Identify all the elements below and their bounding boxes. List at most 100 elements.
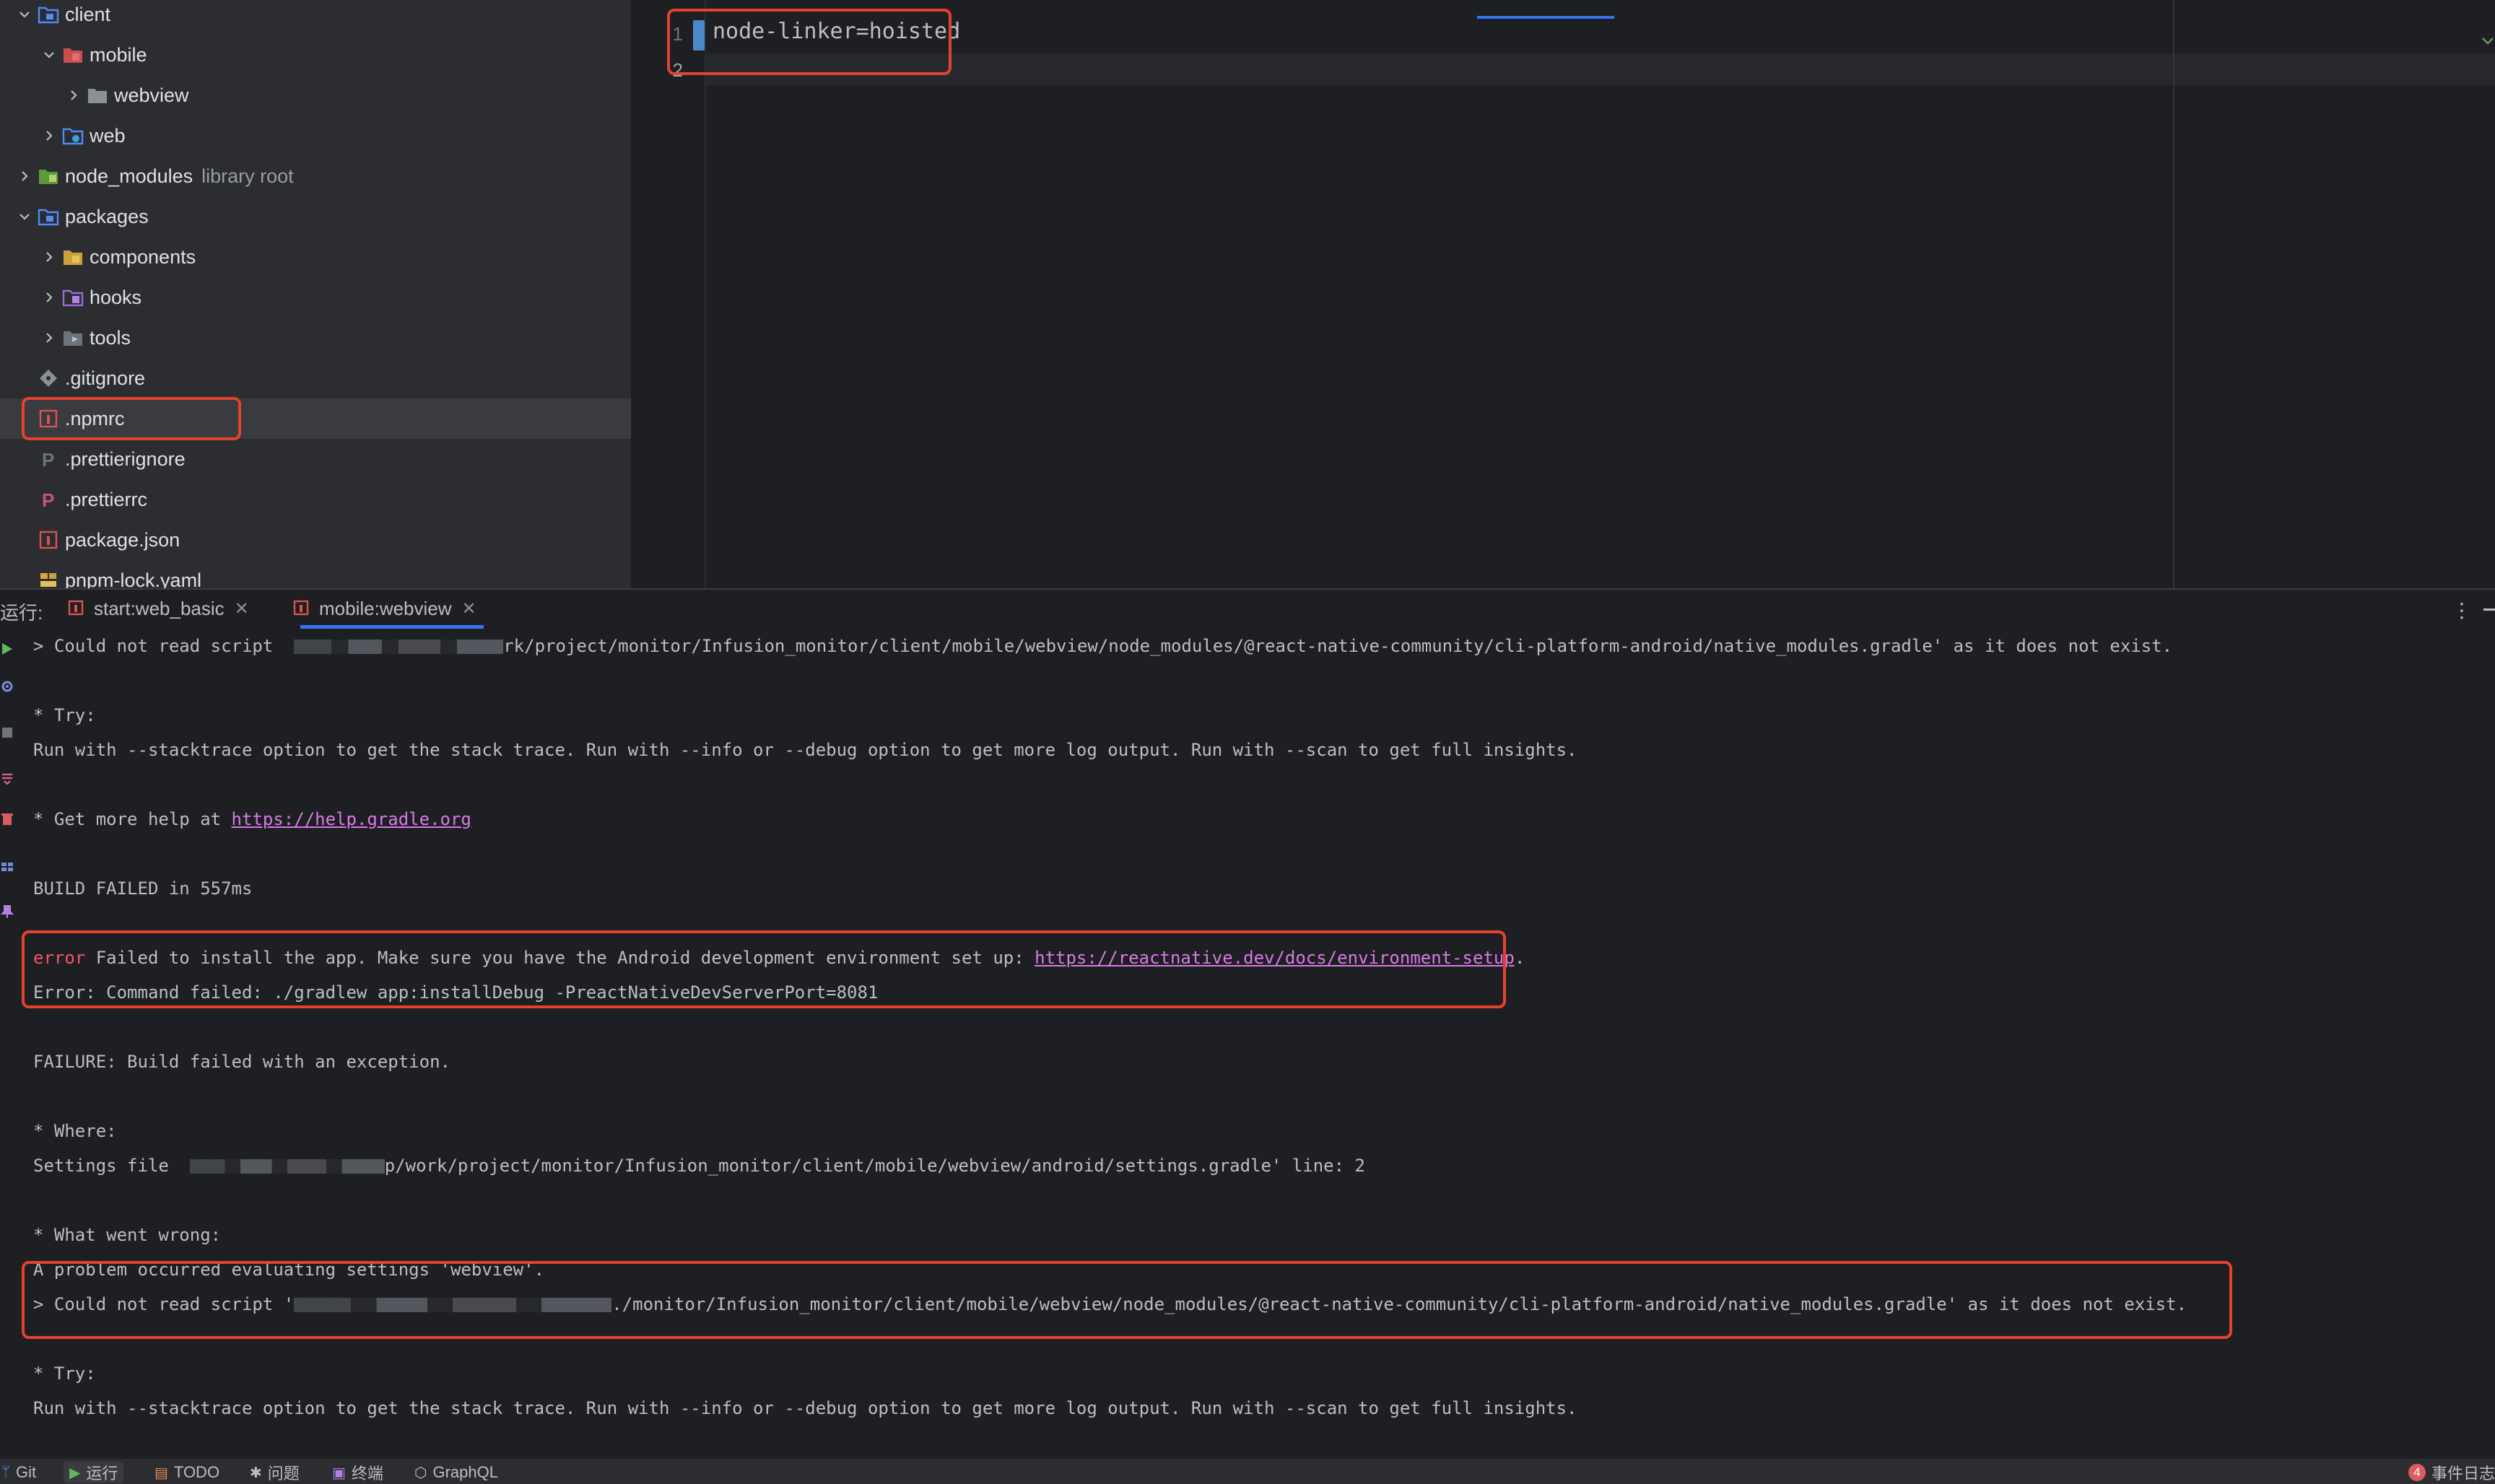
console-line: * Where: — [33, 1121, 117, 1141]
run-tool-window-header: 运行: start:web_basic ✕ mobile:webview ✕ ⋮ — [0, 588, 2495, 629]
project-tree: client mobile webview web node_modules l… — [0, 0, 631, 588]
module-folder-icon — [62, 289, 84, 307]
chevron-right-icon[interactable] — [39, 126, 59, 146]
tree-item-label: mobile — [90, 43, 147, 66]
terminal-icon: ▣ — [332, 1465, 346, 1481]
run-tab-label: mobile:webview — [319, 597, 452, 619]
chevron-right-icon[interactable] — [39, 328, 59, 348]
tree-item-pnpm-lock[interactable]: pnpm-lock.yaml — [0, 560, 631, 588]
close-icon[interactable]: ✕ — [235, 598, 249, 619]
chevron-down-icon[interactable] — [2481, 36, 2495, 46]
graphql-tool-button[interactable]: ⬡ GraphQL — [414, 1462, 498, 1483]
chevron-right-icon[interactable] — [39, 247, 59, 267]
tree-item-label: webview — [114, 84, 189, 106]
tree-item-label: packages — [65, 205, 149, 227]
help-gradle-link[interactable]: https://help.gradle.org — [232, 809, 471, 829]
gutter-divider — [705, 0, 706, 588]
code-editor[interactable]: 1 2 node-linker=hoisted — [631, 0, 2495, 588]
git-tool-button[interactable]: ᛘ Git — [1, 1462, 36, 1483]
close-icon[interactable]: ✕ — [462, 598, 476, 619]
chevron-right-icon[interactable] — [39, 287, 59, 307]
console-line: Settings file p/work/project/monitor/Inf… — [33, 1156, 1365, 1176]
module-folder-icon — [64, 331, 82, 346]
tree-item-label: web — [90, 124, 126, 147]
run-console-output[interactable]: > Could not read script rk/project/monit… — [0, 627, 2495, 1457]
tree-item-prettierrc[interactable]: P .prettierrc — [0, 479, 631, 520]
tree-item-label: tools — [90, 326, 131, 349]
module-folder-icon — [64, 250, 82, 265]
event-log-button[interactable]: 4 事件日志 — [2408, 1462, 2495, 1483]
terminal-tool-button[interactable]: ▣ 终端 — [332, 1462, 383, 1483]
run-tool-button[interactable]: ▶ 运行 — [64, 1462, 124, 1483]
chevron-right-icon[interactable] — [14, 166, 35, 186]
tree-item-gitignore[interactable]: .gitignore — [0, 358, 631, 398]
todo-tool-button[interactable]: ▤ TODO — [154, 1462, 219, 1483]
current-line-highlight — [705, 53, 2495, 85]
console-line: > Could not read script rk/project/monit… — [33, 636, 2173, 656]
console-line: * What went wrong: — [33, 1225, 222, 1245]
tree-item-label: .prettierignore — [65, 448, 186, 470]
tree-item-label: components — [90, 245, 196, 268]
module-folder-icon — [64, 48, 82, 63]
run-panel-label: 运行: — [0, 602, 43, 624]
problems-icon: ✱ — [250, 1465, 262, 1481]
tree-item-label: .gitignore — [65, 367, 146, 389]
tree-item-client[interactable]: client — [0, 0, 631, 35]
run-tab-mobile-webview[interactable]: mobile:webview ✕ — [300, 594, 484, 629]
run-tab-start-web-basic[interactable]: start:web_basic ✕ — [94, 594, 249, 623]
todo-icon: ▤ — [154, 1465, 168, 1481]
module-folder-icon — [62, 128, 84, 145]
tree-item-node-modules[interactable]: node_modules library root — [0, 156, 631, 196]
highlight-box-code — [667, 9, 952, 75]
git-file-icon — [40, 370, 57, 387]
more-options-icon[interactable]: ⋮ — [2452, 598, 2472, 622]
console-line: FAILURE: Build failed with an exception. — [33, 1052, 450, 1072]
tool-window-bar: ᛘ Git ▶ 运行 ▤ TODO ✱ 问题 ▣ 终端 ⬡ GraphQL 4 … — [0, 1457, 2495, 1484]
highlight-box-npmrc — [22, 397, 241, 440]
tree-item-label: node_modules — [65, 165, 193, 187]
line-number-gutter: 1 2 — [631, 0, 705, 588]
console-line: * Get more help at https://help.gradle.o… — [33, 809, 471, 829]
highlight-box-install-error — [22, 930, 1506, 1008]
tree-item-package-json[interactable]: package.json — [0, 520, 631, 560]
tree-item-label: .prettierrc — [65, 488, 148, 510]
npm-script-icon — [68, 600, 84, 616]
run-icon: ▶ — [69, 1465, 81, 1481]
active-file-tab-indicator — [1477, 16, 1614, 19]
tree-item-label: pnpm-lock.yaml — [65, 569, 202, 589]
chevron-down-icon[interactable] — [14, 206, 35, 227]
problems-tool-button[interactable]: ✱ 问题 — [250, 1462, 300, 1483]
chevron-right-icon[interactable] — [64, 85, 84, 105]
tree-item-packages[interactable]: packages — [0, 196, 631, 237]
tree-item-prettierignore[interactable]: P .prettierignore — [0, 439, 631, 479]
yaml-file-icon — [40, 573, 56, 587]
library-root-hint: library root — [201, 165, 294, 187]
run-tab-label: start:web_basic — [94, 597, 225, 619]
console-line: * Try: — [33, 705, 96, 725]
tree-item-components[interactable]: components — [0, 237, 631, 277]
right-margin-guide — [2173, 0, 2174, 588]
event-count-badge: 4 — [2408, 1464, 2426, 1481]
tree-item-hooks[interactable]: hooks — [0, 277, 631, 318]
tree-item-webview[interactable]: webview — [0, 75, 631, 115]
tree-item-label: client — [65, 3, 111, 25]
minimize-icon[interactable] — [2483, 608, 2495, 611]
graphql-icon: ⬡ — [414, 1465, 427, 1481]
highlight-box-script-error — [22, 1261, 2232, 1339]
tree-item-web[interactable]: web — [0, 115, 631, 156]
chevron-down-icon[interactable] — [39, 45, 59, 65]
event-log-label: 事件日志 — [2431, 1465, 2495, 1483]
folder-icon — [88, 89, 107, 103]
module-folder-icon — [38, 6, 59, 24]
git-branch-icon: ᛘ — [1, 1464, 10, 1480]
svg-text:P: P — [42, 449, 54, 469]
console-line: BUILD FAILED in 557ms — [33, 878, 253, 899]
svg-text:P: P — [42, 489, 54, 510]
console-line: Run with --stacktrace option to get the … — [33, 1398, 1577, 1418]
prettier-file-icon: P — [42, 449, 54, 469]
console-line: * Try: — [33, 1363, 96, 1384]
npm-script-icon — [293, 600, 309, 616]
tree-item-tools[interactable]: tools — [0, 318, 631, 358]
tree-item-mobile[interactable]: mobile — [0, 35, 631, 75]
chevron-down-icon[interactable] — [14, 4, 35, 25]
